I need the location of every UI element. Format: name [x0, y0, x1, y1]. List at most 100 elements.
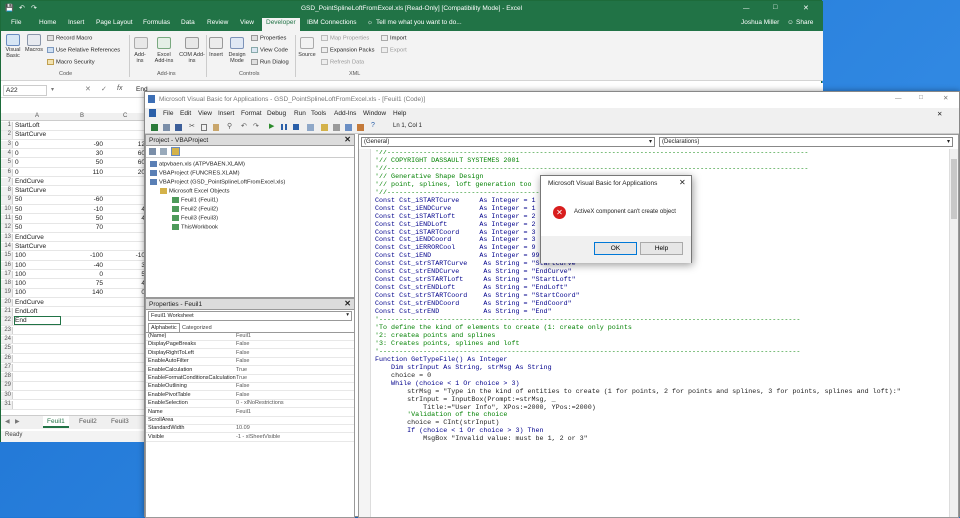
property-value[interactable]: -1 - xlSheetVisible — [236, 434, 280, 440]
window-close-icon[interactable]: ✕ — [803, 4, 809, 12]
menu-add-ins[interactable]: Add-Ins — [334, 110, 356, 117]
add-ins-button[interactable]: Add-ins — [132, 52, 148, 64]
property-row[interactable]: Name Feuil1 — [146, 409, 354, 417]
run-dialog-button[interactable]: Run Dialog — [251, 59, 289, 66]
cell-c[interactable]: 4 — [105, 206, 146, 213]
break-icon[interactable] — [281, 124, 287, 130]
menu-file[interactable]: File — [163, 110, 173, 117]
row-header[interactable]: 1 — [1, 122, 13, 130]
copy-icon[interactable] — [201, 124, 207, 131]
menu-run[interactable]: Run — [294, 110, 306, 117]
menu-window[interactable]: Window — [363, 110, 386, 117]
cell-a[interactable]: StartCurve — [15, 243, 60, 250]
cell-b[interactable]: -40 — [60, 262, 105, 269]
tree-item-funcres[interactable]: VBAProject (FUNCRES.XLAM) — [150, 170, 240, 177]
cell-c[interactable]: 60 — [105, 159, 146, 166]
property-value[interactable]: False — [236, 392, 249, 398]
record-macro-button[interactable]: Record Macro — [47, 35, 92, 42]
cell-c[interactable]: -10 — [105, 252, 146, 259]
tab-alphabetic[interactable]: Alphabetic — [148, 323, 180, 332]
cell-a[interactable]: StartLoft — [15, 122, 60, 129]
property-value[interactable]: 0 - xlNoRestrictions — [236, 400, 284, 406]
property-row[interactable]: EnablePivotTable False — [146, 392, 354, 400]
cell-b[interactable]: 70 — [60, 224, 105, 231]
property-value[interactable]: Feuil1 — [236, 333, 251, 339]
cell-a[interactable]: EndLoft — [15, 308, 60, 315]
cell-b[interactable]: 75 — [60, 280, 105, 287]
com-add-ins-button[interactable]: COM Add-ins — [179, 52, 205, 64]
column-header-c[interactable]: C — [123, 113, 127, 119]
property-value[interactable]: False — [236, 383, 249, 389]
cell-b[interactable]: -60 — [60, 196, 105, 203]
property-row[interactable]: (Name) Feuil1 — [146, 333, 354, 341]
property-value[interactable]: False — [236, 350, 249, 356]
menu-tools[interactable]: Tools — [311, 110, 326, 117]
vertical-scrollbar[interactable] — [949, 149, 958, 517]
cell-c[interactable]: 5 — [105, 271, 146, 278]
save-icon[interactable]: 💾 — [5, 4, 14, 12]
tell-me-search[interactable]: Tell me what you want to do... — [376, 19, 462, 26]
tab-review[interactable]: Review — [207, 19, 228, 26]
tree-item-excel-objects[interactable]: Microsoft Excel Objects — [160, 188, 230, 195]
tree-item-feuil1[interactable]: Feuil1 (Feuil1) — [172, 197, 218, 204]
window-restore-icon[interactable]: □ — [773, 4, 777, 11]
dropdown-icon[interactable]: ▾ — [51, 86, 54, 93]
property-value[interactable]: Feuil1 — [236, 409, 251, 415]
row-header[interactable]: 18 — [1, 280, 13, 288]
cell-a[interactable]: 50 — [15, 206, 60, 213]
cell-a[interactable]: 0 — [15, 141, 60, 148]
procedure-combobox[interactable]: (Declarations) ▾ — [659, 137, 953, 147]
sheet-tab-feuil1[interactable]: Feuil1 — [43, 416, 69, 428]
cell-a[interactable]: 50 — [15, 224, 60, 231]
cell-c[interactable]: 20 — [105, 169, 146, 176]
row-header[interactable]: 21 — [1, 308, 13, 316]
tree-item-feuil3[interactable]: Feuil3 (Feuil3) — [172, 215, 218, 222]
cell-a[interactable]: 0 — [15, 159, 60, 166]
cell-b[interactable]: -100 — [60, 252, 105, 259]
insert-function-icon[interactable]: fx — [117, 85, 122, 92]
row-header[interactable]: 20 — [1, 298, 13, 307]
cell-a[interactable]: 100 — [15, 252, 60, 259]
reset-icon[interactable] — [293, 124, 299, 130]
excel-add-ins-button[interactable]: Excel Add-ins — [151, 52, 177, 64]
property-value[interactable]: True — [236, 367, 247, 373]
row-header[interactable]: 23 — [1, 326, 13, 335]
tab-insert[interactable]: Insert — [68, 19, 84, 26]
row-header[interactable]: 30 — [1, 391, 13, 400]
undo-icon[interactable]: ↶ — [19, 4, 25, 12]
cell-b[interactable]: 50 — [60, 159, 105, 166]
row-header[interactable]: 31 — [1, 401, 13, 409]
vbe-maximize-icon[interactable]: □ — [919, 94, 923, 101]
vbe-close-icon[interactable]: ✕ — [943, 94, 948, 102]
row-header[interactable]: 7 — [1, 177, 13, 186]
tree-item-vbaproject[interactable]: VBAProject (GSD_PointSplineLoftFromExcel… — [150, 179, 285, 186]
confirm-formula-icon[interactable]: ✓ — [101, 85, 107, 93]
object-browser-icon[interactable] — [345, 124, 352, 131]
row-header[interactable]: 4 — [1, 149, 13, 158]
cell-b[interactable]: 110 — [60, 169, 105, 176]
tab-developer[interactable]: Developer — [262, 18, 300, 31]
menu-debug[interactable]: Debug — [267, 110, 286, 117]
macros-button[interactable]: Macros — [24, 34, 44, 53]
refresh-data-button[interactable]: Refresh Data — [321, 59, 364, 66]
code-line[interactable]: Dim strInput As String, strMsg As String — [375, 364, 945, 373]
properties-button[interactable]: Properties — [251, 35, 286, 42]
tab-file[interactable]: File — [11, 19, 21, 26]
cell-c[interactable]: 12 — [105, 141, 146, 148]
row-header[interactable]: 13 — [1, 233, 13, 242]
share-button[interactable]: Share — [796, 19, 813, 26]
row-header[interactable]: 26 — [1, 354, 13, 363]
property-row[interactable]: EnableFormatConditionsCalculation True — [146, 375, 354, 383]
cell-a[interactable]: EndCurve — [15, 299, 60, 306]
cell-a[interactable]: StartCurve — [15, 131, 60, 138]
find-icon[interactable]: ⚲ — [227, 122, 232, 130]
row-header[interactable]: 25 — [1, 345, 13, 353]
cell-b[interactable]: 140 — [60, 289, 105, 296]
property-row[interactable]: DisplayPageBreaks False — [146, 341, 354, 350]
cell-a[interactable]: 0 — [15, 169, 60, 176]
tree-item-feuil2[interactable]: Feuil2 (Feuil2) — [172, 206, 218, 213]
tab-categorized[interactable]: Categorized — [180, 324, 214, 332]
tab-data[interactable]: Data — [181, 19, 195, 26]
view-object-icon[interactable] — [160, 148, 167, 155]
property-value[interactable]: False — [236, 358, 249, 364]
